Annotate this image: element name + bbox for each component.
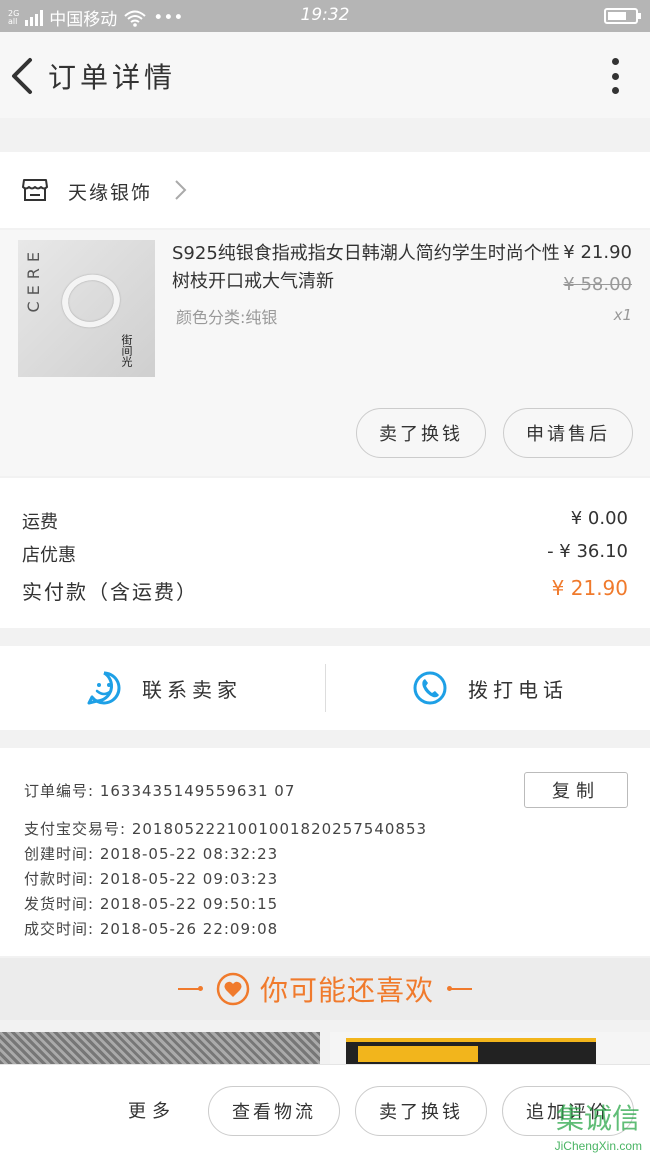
discount-value: - ¥ 36.10 bbox=[547, 541, 628, 562]
back-arrow-icon[interactable] bbox=[6, 54, 42, 98]
created-row: 创建时间: 2018-05-22 08:32:23 bbox=[24, 843, 278, 864]
order-number-row: 订单编号: 1633435149559631 07 bbox=[24, 780, 295, 801]
paid-label: 实付款（含运费） bbox=[22, 580, 198, 604]
shop-row[interactable]: 天缘银饰 bbox=[0, 152, 650, 228]
alipay-row: 支付宝交易号: 2018052221001001820257540853 bbox=[24, 818, 427, 839]
recommend-item-image[interactable] bbox=[330, 1032, 650, 1064]
product-price: ¥ 21.90 bbox=[563, 242, 632, 263]
order-number-label: 订单编号: bbox=[24, 782, 95, 800]
status-bar: 2G all 中国移动 ••• 19:32 bbox=[0, 0, 650, 32]
shipping-label: 运费 bbox=[22, 512, 58, 533]
product-original-price: ¥ 58.00 bbox=[563, 274, 632, 295]
discount-row: 店优惠 - ¥ 36.10 bbox=[22, 541, 628, 567]
product-variant: 颜色分类:纯银 bbox=[176, 308, 278, 327]
call-button[interactable]: 拨打电话 bbox=[412, 646, 568, 730]
shop-icon bbox=[22, 179, 48, 201]
shipped-row: 发货时间: 2018-05-22 09:50:15 bbox=[24, 893, 278, 914]
paid-time-label: 付款时间: bbox=[24, 870, 95, 888]
contact-section: 联系卖家 拨打电话 bbox=[0, 646, 650, 730]
shipped-label: 发货时间: bbox=[24, 895, 95, 913]
thumbnail-seal-text: 街间光 bbox=[120, 334, 133, 367]
view-logistics-button[interactable]: 查看物流 bbox=[208, 1086, 340, 1136]
contact-seller-label: 联系卖家 bbox=[142, 677, 242, 702]
paid-value: ¥ 21.90 bbox=[551, 576, 628, 600]
product-thumbnail[interactable]: CERE 街间光 bbox=[18, 240, 155, 377]
ring-image bbox=[56, 268, 126, 334]
watermark-logo: 集诚信 bbox=[555, 1102, 640, 1135]
divider bbox=[447, 986, 472, 991]
product-name[interactable]: S925纯银食指戒指女日韩潮人简约学生时尚个性树枝开口戒大气清新 bbox=[172, 240, 564, 296]
chat-smile-icon bbox=[87, 671, 121, 705]
discount-label: 店优惠 bbox=[22, 545, 76, 566]
shipping-row: 运费 ¥ 0.00 bbox=[22, 508, 628, 534]
battery-icon bbox=[604, 8, 641, 24]
nav-bar: 订单详情 bbox=[0, 32, 650, 118]
more-link[interactable]: 更多 bbox=[128, 1097, 176, 1123]
paid-row: 实付款（含运费） ¥ 21.90 bbox=[22, 576, 628, 605]
product-card: CERE 街间光 S925纯银食指戒指女日韩潮人简约学生时尚个性树枝开口戒大气清… bbox=[0, 230, 650, 476]
shipped-value: 2018-05-22 09:50:15 bbox=[99, 895, 279, 913]
divider bbox=[325, 664, 326, 712]
recommend-label: 你可能还喜欢 bbox=[259, 974, 434, 1007]
completed-label: 成交时间: bbox=[24, 920, 95, 938]
more-vertical-icon[interactable] bbox=[610, 58, 620, 94]
fees-section: 运费 ¥ 0.00 店优惠 - ¥ 36.10 实付款（含运费） ¥ 21.90 bbox=[0, 478, 650, 628]
watermark: 集诚信 JiChengXin.com bbox=[528, 1097, 646, 1153]
copy-button[interactable]: 复制 bbox=[524, 772, 628, 808]
clock: 19:32 bbox=[300, 5, 350, 25]
recommend-header: 你可能还喜欢 bbox=[0, 958, 650, 1020]
phone-icon bbox=[413, 671, 447, 705]
created-label: 创建时间: bbox=[24, 845, 95, 863]
paid-time-row: 付款时间: 2018-05-22 09:03:23 bbox=[24, 868, 278, 889]
product-quantity: x1 bbox=[613, 306, 632, 324]
order-info-section: 订单编号: 1633435149559631 07 复制 支付宝交易号: 201… bbox=[0, 748, 650, 956]
order-number-value: 1633435149559631 07 bbox=[99, 782, 296, 800]
sell-button-bottom[interactable]: 卖了换钱 bbox=[355, 1086, 487, 1136]
shop-name: 天缘银饰 bbox=[68, 182, 153, 204]
page-title: 订单详情 bbox=[48, 61, 177, 94]
shipping-value: ¥ 0.00 bbox=[570, 508, 628, 529]
thumbnail-brand-text: CERE bbox=[24, 246, 43, 313]
sell-button[interactable]: 卖了换钱 bbox=[356, 408, 486, 458]
recommend-grid bbox=[0, 1032, 650, 1064]
alipay-value: 2018052221001001820257540853 bbox=[131, 820, 428, 838]
contact-seller-button[interactable]: 联系卖家 bbox=[86, 646, 242, 730]
alipay-label: 支付宝交易号: bbox=[24, 820, 127, 838]
watermark-url: JiChengXin.com bbox=[554, 1139, 642, 1153]
paid-time-value: 2018-05-22 09:03:23 bbox=[99, 870, 279, 888]
heart-icon bbox=[216, 972, 250, 1006]
divider bbox=[177, 986, 203, 991]
chevron-right-icon bbox=[175, 180, 187, 200]
completed-value: 2018-05-26 22:09:08 bbox=[99, 920, 279, 938]
completed-row: 成交时间: 2018-05-26 22:09:08 bbox=[24, 918, 278, 939]
call-label: 拨打电话 bbox=[468, 677, 568, 702]
after-sale-button[interactable]: 申请售后 bbox=[503, 408, 633, 458]
recommend-item-image[interactable] bbox=[0, 1032, 320, 1064]
created-value: 2018-05-22 08:32:23 bbox=[99, 845, 279, 863]
